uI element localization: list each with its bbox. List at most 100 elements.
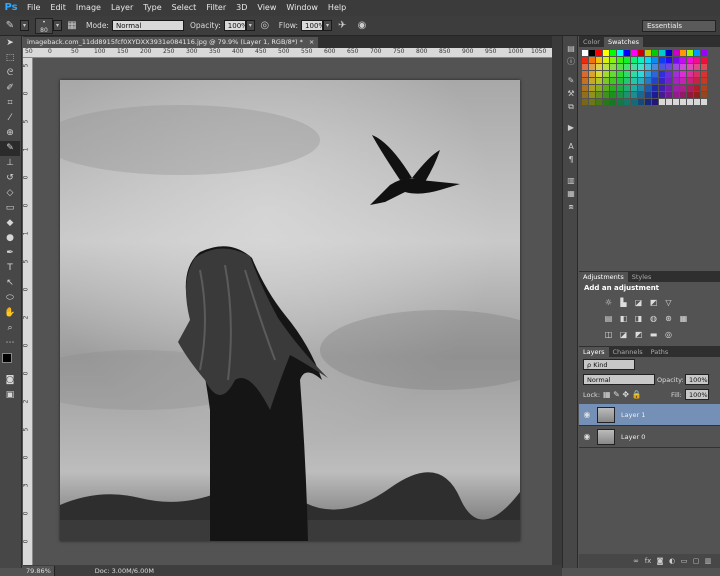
swatch[interactable] [645,92,651,98]
opacity-dropdown[interactable]: ▾ [245,20,255,31]
swatch[interactable] [603,85,609,91]
swatch[interactable] [701,64,707,70]
swatch[interactable] [582,99,588,105]
swatch[interactable] [603,64,609,70]
pressure-size-icon[interactable]: ◉ [355,19,369,33]
swatch[interactable] [694,99,700,105]
swatch[interactable] [617,57,623,63]
brightness-icon[interactable]: ☼ [603,298,614,307]
flow-dropdown[interactable]: ▾ [323,20,333,31]
swatch[interactable] [596,85,602,91]
swatch[interactable] [694,64,700,70]
swatch[interactable] [701,57,707,63]
menu-edit[interactable]: Edit [45,0,71,16]
swatch[interactable] [701,85,707,91]
mode-select[interactable]: Normal [111,20,184,31]
canvas-area[interactable] [33,58,552,565]
blend-mode-select[interactable]: Normal [583,374,655,385]
brush-presets-icon[interactable]: ✎ [563,74,579,87]
tab-swatches[interactable]: Swatches [603,37,644,47]
swatch[interactable] [631,92,637,98]
swatch[interactable] [659,64,665,70]
tab-styles[interactable]: Styles [628,272,656,282]
tab-adjustments[interactable]: Adjustments [579,272,628,282]
swatch[interactable] [652,99,658,105]
swatch[interactable] [652,50,658,56]
workspace-select[interactable]: Essentials [642,20,716,32]
swatch[interactable] [596,99,602,105]
swatch[interactable] [631,50,637,56]
swatch[interactable] [701,99,707,105]
swatch[interactable] [617,85,623,91]
swatch[interactable] [645,85,651,91]
airbrush-icon[interactable]: ✈ [335,19,349,33]
swatch[interactable] [596,92,602,98]
extra-tools-icon[interactable]: ⋯ [0,336,20,351]
swatch[interactable] [589,71,595,77]
swatch[interactable] [603,78,609,84]
swatch[interactable] [659,99,665,105]
swatch[interactable] [624,71,630,77]
screen-mode-icon[interactable]: ▣ [0,388,20,403]
vertical-scrollbar[interactable] [552,36,562,565]
swatch[interactable] [596,78,602,84]
swatch[interactable] [652,64,658,70]
swatch[interactable] [638,85,644,91]
swatch[interactable] [610,92,616,98]
new-layer-icon[interactable]: ▢ [690,557,702,565]
menu-view[interactable]: View [252,0,281,16]
swatch[interactable] [673,57,679,63]
swatch[interactable] [694,78,700,84]
swatch[interactable] [589,64,595,70]
link-layers-icon[interactable]: ∞ [630,557,642,565]
swatch[interactable] [659,85,665,91]
gradient-map-icon[interactable]: ▬ [648,330,659,339]
swatch[interactable] [617,71,623,77]
posterize-icon[interactable]: ◪ [618,330,629,339]
swatch[interactable] [645,64,651,70]
swatch[interactable] [617,92,623,98]
dodge-tool-icon[interactable]: ● [0,231,20,246]
swatch[interactable] [603,57,609,63]
swatch[interactable] [694,85,700,91]
swatch[interactable] [680,50,686,56]
tab-color[interactable]: Color [579,37,604,47]
swatch[interactable] [673,85,679,91]
swatch[interactable] [596,64,602,70]
swatch[interactable] [687,85,693,91]
swatch[interactable] [624,78,630,84]
navigator-icon[interactable]: ▦ [563,187,579,200]
swatch[interactable] [694,50,700,56]
swatch[interactable] [603,50,609,56]
swatch[interactable] [687,99,693,105]
swatch[interactable] [638,64,644,70]
document-canvas[interactable] [60,80,520,541]
swatch[interactable] [687,64,693,70]
swatch[interactable] [666,99,672,105]
swatch[interactable] [589,92,595,98]
swatch[interactable] [694,71,700,77]
pen-tool-icon[interactable]: ✒ [0,246,20,261]
lasso-tool-icon[interactable]: ᘓ [0,66,20,81]
swatch[interactable] [673,50,679,56]
swatch[interactable] [645,99,651,105]
swatch[interactable] [638,50,644,56]
swatch[interactable] [673,99,679,105]
swatch[interactable] [666,64,672,70]
layer-row[interactable]: ◉ Layer 0 [579,426,720,448]
menu-file[interactable]: File [22,0,45,16]
character-panel-icon[interactable]: A [563,140,579,153]
paragraph-panel-icon[interactable]: ¶ [563,153,579,166]
swatch[interactable] [610,78,616,84]
swatch[interactable] [589,85,595,91]
document-tab[interactable]: imageback.com_11dd8915fcf0XYDXX3931e0841… [23,37,319,48]
levels-icon[interactable]: ▙ [618,298,629,307]
zoom-tool-icon[interactable]: ⌕ [0,321,20,336]
eye-icon[interactable]: ◉ [579,410,595,419]
clone-source-icon[interactable]: ⧈ [563,200,579,213]
vibrance-icon[interactable]: ▤ [603,314,614,323]
brush-picker-dropdown[interactable]: ▾ [53,20,62,31]
swatch[interactable] [617,99,623,105]
swatch[interactable] [610,85,616,91]
hue-saturation-icon[interactable]: ◧ [618,314,629,323]
